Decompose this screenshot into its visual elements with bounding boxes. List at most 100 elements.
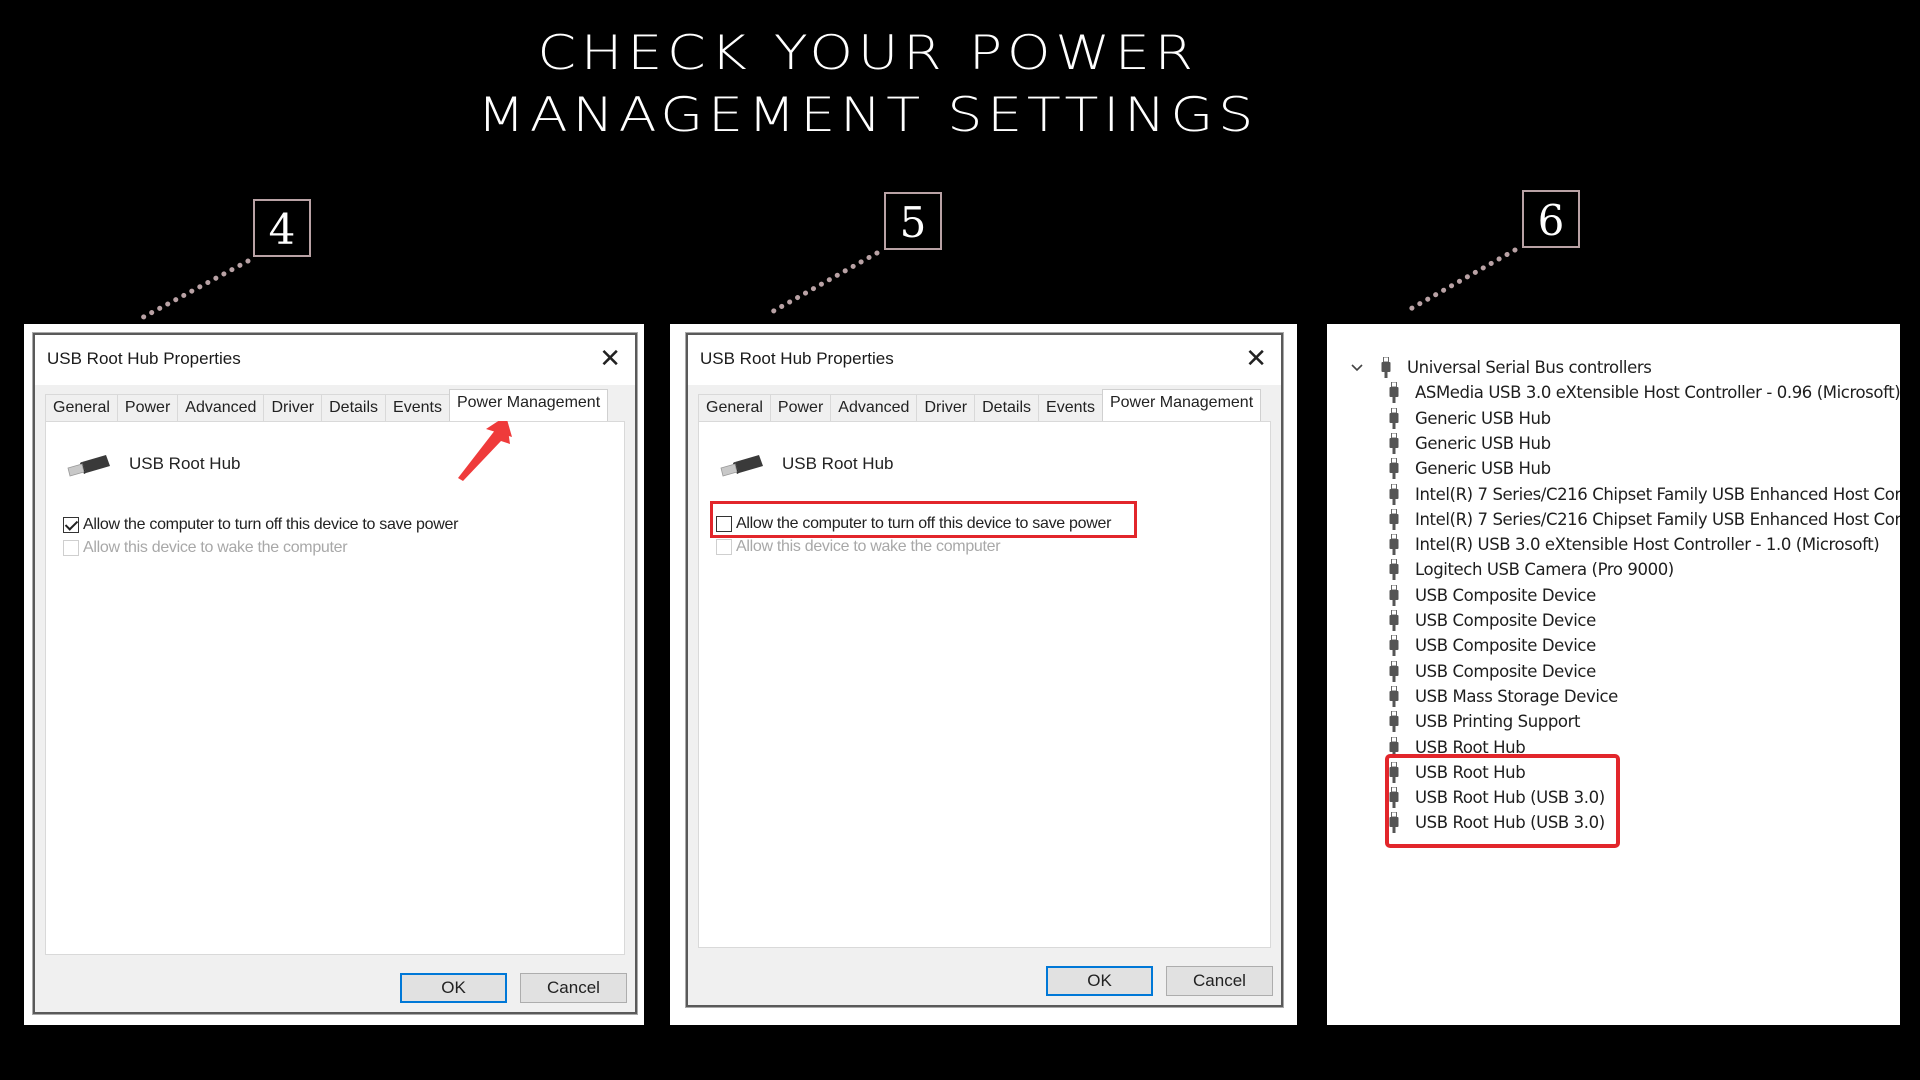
device-name: USB Root Hub: [129, 454, 241, 473]
device-tree-item[interactable]: Logitech USB Camera (Pro 9000): [1389, 557, 1674, 582]
device-tree-item[interactable]: USB Composite Device: [1389, 608, 1596, 633]
device-tree-item[interactable]: ASMedia USB 3.0 eXtensible Host Controll…: [1389, 380, 1900, 405]
device-manager-panel-step-6: Universal Serial Bus controllers ASMedia…: [1327, 324, 1900, 1025]
device-tree-item-label: USB Mass Storage Device: [1415, 686, 1618, 706]
tab-power[interactable]: Power: [116, 394, 179, 421]
device-tree-item[interactable]: Generic USB Hub: [1389, 431, 1551, 456]
chevron-down-icon[interactable]: [1351, 363, 1363, 372]
close-icon[interactable]: ✕: [1245, 343, 1267, 374]
dialog-titlebar: USB Root Hub Properties ✕: [35, 335, 635, 385]
page-title-line-1: CHECK YOUR POWER: [537, 26, 1198, 81]
cancel-button[interactable]: Cancel: [1166, 966, 1273, 996]
dialog-titlebar: USB Root Hub Properties ✕: [688, 335, 1281, 385]
tab-driver[interactable]: Driver: [916, 394, 976, 421]
device-tree-item-label: Generic USB Hub: [1415, 408, 1551, 428]
tab-driver[interactable]: Driver: [263, 394, 323, 421]
usb-connector-icon: [1389, 432, 1399, 454]
wake-computer-checkbox-label: Allow this device to wake the computer: [736, 538, 1001, 555]
usb-connector-icon: [1389, 508, 1399, 530]
tab-advanced[interactable]: Advanced: [177, 394, 265, 421]
tab-bar: General Power Advanced Driver Details Ev…: [698, 389, 1262, 421]
device-tree-item[interactable]: USB Composite Device: [1389, 583, 1596, 608]
dialog-title: USB Root Hub Properties: [700, 349, 894, 368]
device-tree-item-label: Generic USB Hub: [1415, 459, 1551, 479]
tree-category-usb-controllers[interactable]: Universal Serial Bus controllers: [1351, 355, 1652, 380]
tab-details[interactable]: Details: [321, 394, 387, 421]
wake-computer-checkbox-label: Allow this device to wake the computer: [83, 539, 348, 556]
device-tree-item[interactable]: USB Mass Storage Device: [1389, 684, 1618, 709]
step-6-connector: [1402, 247, 1518, 315]
save-power-checkbox[interactable]: [63, 517, 79, 533]
device-tree-item-label: Generic USB Hub: [1415, 433, 1551, 453]
step-4-connector: [133, 258, 251, 324]
wake-computer-checkbox: [716, 539, 732, 555]
highlight-box-usb-root-hubs: [1385, 754, 1620, 848]
device-tree-item[interactable]: Generic USB Hub: [1389, 456, 1551, 481]
device-tree-item-label: USB Printing Support: [1415, 712, 1581, 732]
usb-connector-icon: [1389, 660, 1399, 682]
device-tree-item[interactable]: USB Composite Device: [1389, 633, 1596, 658]
usb-root-hub-properties-dialog: USB Root Hub Properties ✕ General Power …: [33, 333, 637, 1014]
usb-connector-icon: [1389, 407, 1399, 429]
step-number-5: 5: [884, 192, 942, 250]
usb-connector-icon: [1389, 584, 1399, 606]
tab-events[interactable]: Events: [1038, 394, 1103, 421]
device-tree-item[interactable]: USB Printing Support: [1389, 709, 1580, 734]
usb-connector-icon: [1389, 483, 1399, 505]
device-tree-item[interactable]: Intel(R) USB 3.0 eXtensible Host Control…: [1389, 532, 1880, 557]
usb-plug-icon: [67, 455, 110, 477]
tab-bar: General Power Advanced Driver Details Ev…: [45, 389, 609, 421]
step-number-6: 6: [1522, 190, 1580, 248]
usb-connector-icon: [1389, 458, 1399, 480]
page-title-line-2: MANAGEMENT SETTINGS: [477, 88, 1259, 143]
screenshot-panel-step-4: USB Root Hub Properties ✕ General Power …: [24, 324, 644, 1025]
cancel-button[interactable]: Cancel: [520, 973, 627, 1003]
device-name: USB Root Hub: [782, 454, 894, 473]
tab-advanced[interactable]: Advanced: [830, 394, 918, 421]
usb-root-hub-properties-dialog: USB Root Hub Properties ✕ General Power …: [686, 333, 1283, 1007]
save-power-checkbox-label: Allow the computer to turn off this devi…: [83, 516, 459, 533]
close-icon[interactable]: ✕: [599, 343, 621, 374]
usb-connector-icon: [1389, 559, 1399, 581]
highlight-box-save-power: [710, 501, 1137, 538]
usb-connector-icon: [1389, 534, 1399, 556]
ok-button[interactable]: OK: [400, 973, 507, 1003]
usb-plug-icon: [720, 455, 763, 477]
usb-connector-icon: [1389, 610, 1399, 631]
category-label: Universal Serial Bus controllers: [1407, 358, 1652, 377]
dialog-title: USB Root Hub Properties: [47, 349, 241, 368]
usb-connector-icon: [1389, 382, 1399, 404]
wake-computer-checkbox-row: Allow this device to wake the computer: [716, 538, 1001, 556]
wake-computer-checkbox-row: Allow this device to wake the computer: [63, 539, 348, 557]
device-tree-item-label: Logitech USB Camera (Pro 9000): [1415, 560, 1674, 580]
device-tree-item-label: USB Composite Device: [1415, 661, 1596, 681]
usb-connector-icon: [1381, 357, 1391, 378]
device-tree-item[interactable]: Generic USB Hub: [1389, 406, 1551, 431]
tab-general[interactable]: General: [45, 394, 118, 421]
wake-computer-checkbox: [63, 540, 79, 556]
power-management-tab-content: USB Root Hub Allow the computer to turn …: [45, 421, 625, 955]
device-tree-item[interactable]: Intel(R) 7 Series/C216 Chipset Family US…: [1389, 507, 1900, 532]
tab-power-management[interactable]: Power Management: [1101, 389, 1262, 421]
device-tree-item-label: USB Composite Device: [1415, 636, 1596, 656]
step-number-4: 4: [253, 199, 311, 257]
ok-button[interactable]: OK: [1046, 966, 1153, 996]
device-tree-item[interactable]: Intel(R) 7 Series/C216 Chipset Family US…: [1389, 482, 1900, 507]
save-power-checkbox-row[interactable]: Allow the computer to turn off this devi…: [63, 516, 458, 534]
tab-power-management[interactable]: Power Management: [448, 389, 609, 421]
tab-power[interactable]: Power: [769, 394, 832, 421]
device-tree-item[interactable]: USB Composite Device: [1389, 659, 1596, 684]
device-tree-item-label: ASMedia USB 3.0 eXtensible Host Controll…: [1415, 383, 1900, 403]
step-5-connector: [767, 250, 880, 316]
screenshot-panel-step-5: USB Root Hub Properties ✕ General Power …: [670, 324, 1297, 1025]
usb-connector-icon: [1389, 635, 1399, 657]
device-tree-item-label: USB Composite Device: [1415, 585, 1596, 605]
tab-details[interactable]: Details: [974, 394, 1040, 421]
device-tree-item-label: USB Composite Device: [1415, 611, 1596, 630]
device-tree-item-label: Intel(R) 7 Series/C216 Chipset Family US…: [1415, 484, 1900, 504]
usb-connector-icon: [1389, 685, 1399, 707]
tab-events[interactable]: Events: [385, 394, 450, 421]
tab-general[interactable]: General: [698, 394, 771, 421]
device-tree-item-label: Intel(R) 7 Series/C216 Chipset Family US…: [1415, 509, 1900, 529]
usb-connector-icon: [1389, 711, 1399, 733]
